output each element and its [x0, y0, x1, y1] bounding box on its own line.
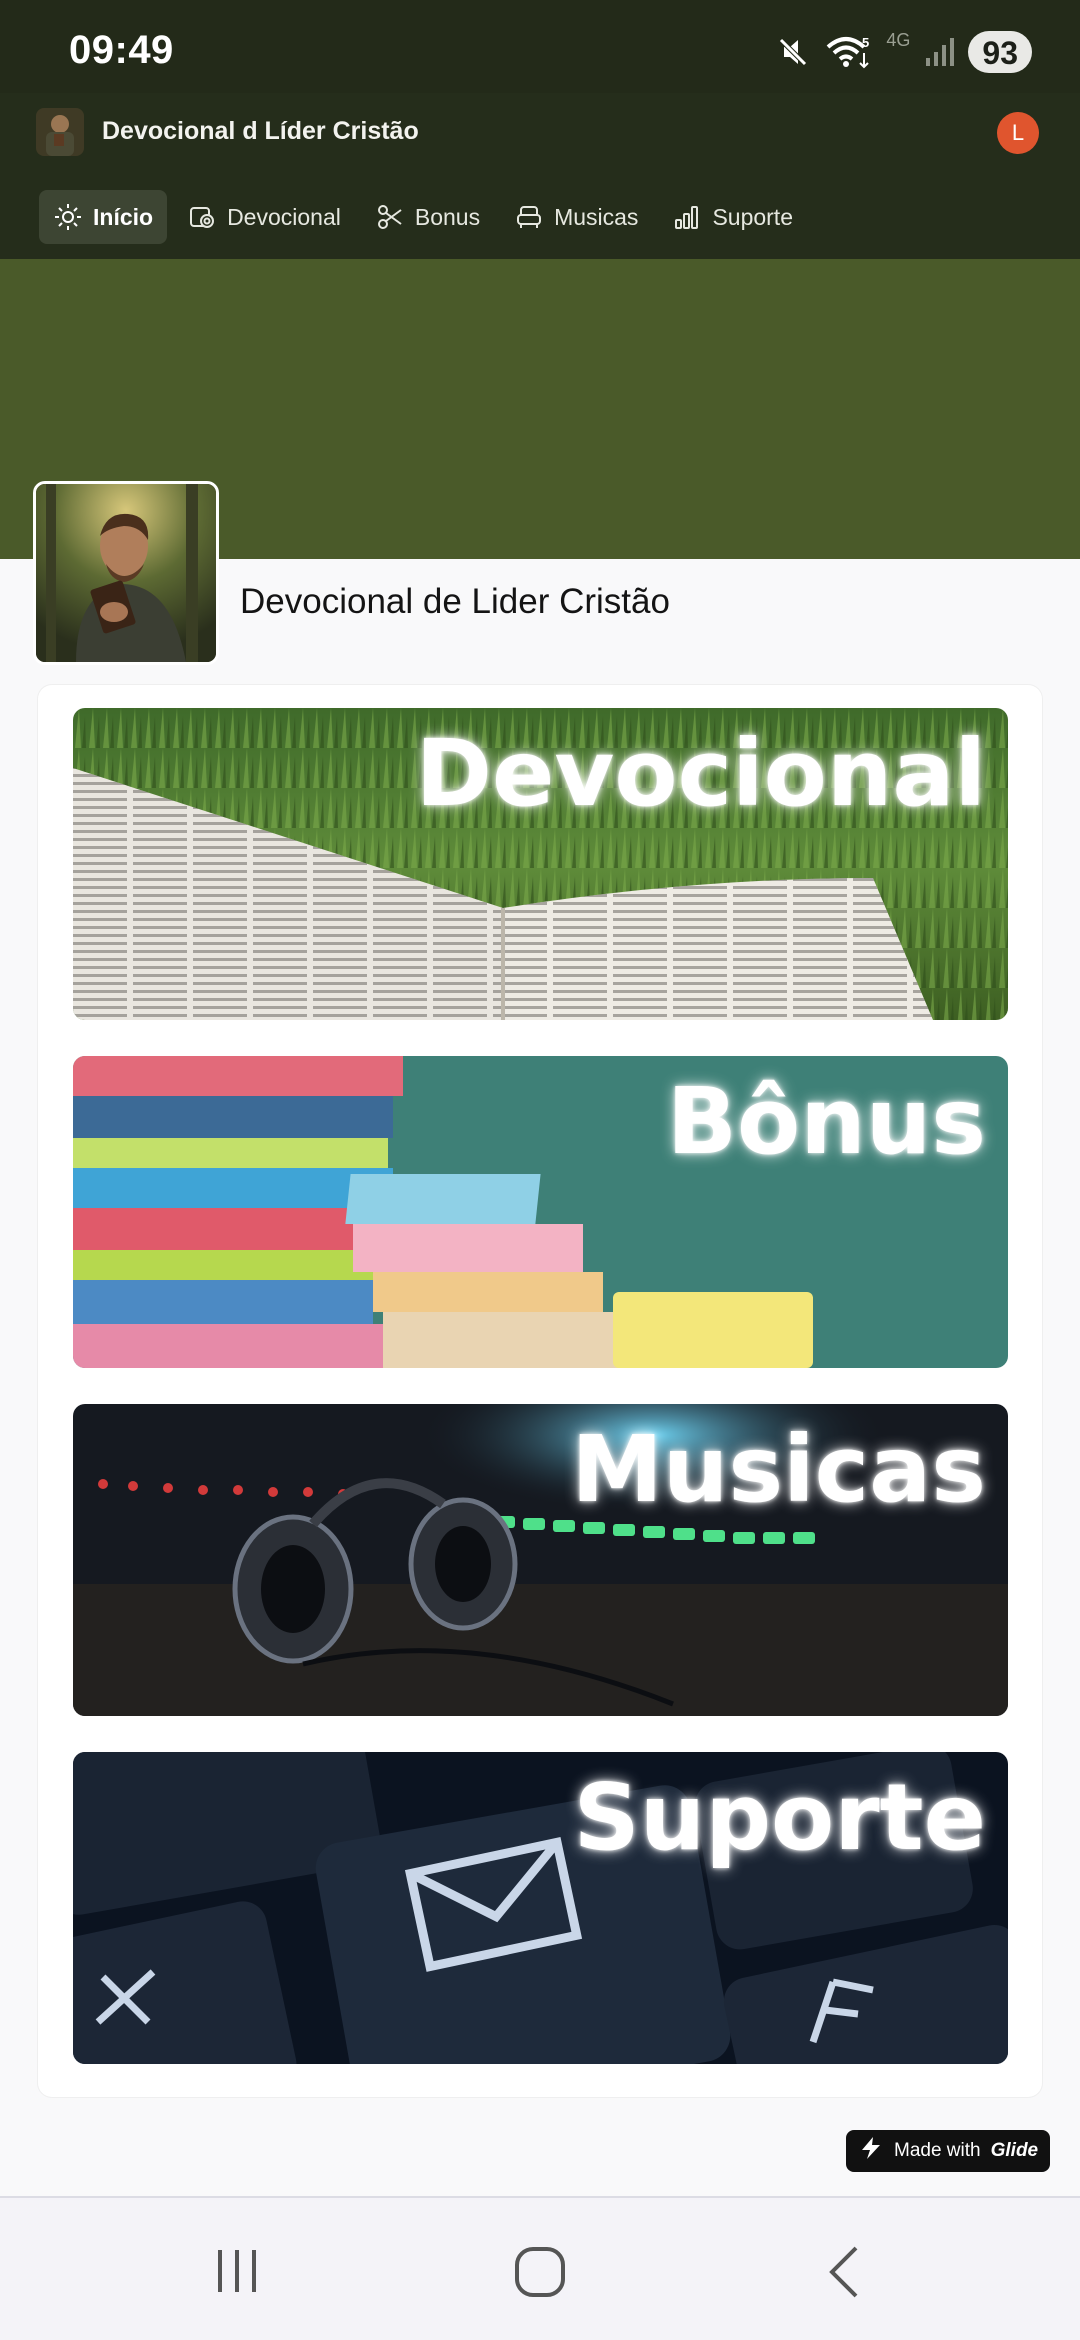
- tab-label: Devocional: [227, 203, 341, 230]
- back-button[interactable]: [824, 2246, 864, 2303]
- content-card: Devocional Bônus Musicas Suporte: [38, 685, 1042, 2097]
- armchair-icon: [514, 202, 544, 232]
- bar-chart-icon: [672, 202, 702, 232]
- tab-inicio[interactable]: Início: [39, 190, 168, 244]
- tile-label: Bônus: [666, 1068, 986, 1175]
- mute-icon: [776, 35, 810, 69]
- user-avatar[interactable]: L: [997, 112, 1039, 154]
- tab-musicas[interactable]: Musicas: [500, 190, 652, 244]
- tab-devocional[interactable]: Devocional: [173, 190, 355, 244]
- scissors-icon: [375, 202, 405, 232]
- tile-bonus[interactable]: Bônus: [73, 1056, 1008, 1368]
- top-nav: Início Devocional Bonus Musicas Suporte: [39, 190, 813, 244]
- glide-brand: Glide: [990, 2140, 1039, 2161]
- app-title: Devocional d Líder Cristão: [102, 117, 419, 145]
- app-header: Devocional d Líder Cristão L Início Devo…: [0, 93, 1080, 259]
- tile-label: Suporte: [573, 1764, 986, 1871]
- status-time: 09:49: [69, 28, 174, 72]
- tile-musicas[interactable]: Musicas: [73, 1404, 1008, 1716]
- profile-title: Devocional de Lider Cristão: [240, 582, 670, 621]
- status-icons: 5 4G 93: [776, 30, 1032, 74]
- profile-image: [33, 481, 219, 665]
- app-logo[interactable]: [36, 108, 84, 156]
- tile-devocional[interactable]: Devocional: [73, 708, 1008, 1020]
- wifi-icon: 5: [824, 33, 872, 71]
- signal-icon: [924, 36, 955, 68]
- recent-apps-button[interactable]: [212, 2246, 262, 2301]
- system-nav-bar: [0, 2196, 1080, 2340]
- tile-label: Devocional: [415, 720, 986, 827]
- svg-text:5: 5: [862, 35, 869, 50]
- network-type: 4G: [886, 29, 911, 50]
- home-button[interactable]: [514, 2246, 566, 2303]
- tab-label: Início: [93, 203, 154, 230]
- made-with-text: Made with: [894, 2140, 981, 2161]
- tab-label: Musicas: [554, 203, 639, 230]
- tile-label: Musicas: [571, 1416, 986, 1523]
- tab-bonus[interactable]: Bonus: [361, 190, 494, 244]
- bolt-icon: [858, 2135, 884, 2167]
- battery-indicator: 93: [968, 31, 1032, 73]
- made-with-glide-badge[interactable]: Made with Glide: [846, 2130, 1050, 2172]
- status-bar: 09:49 5 4G 93: [0, 0, 1080, 93]
- sun-icon: [53, 202, 83, 232]
- tab-label: Bonus: [414, 203, 481, 230]
- devocional-icon: [187, 202, 217, 232]
- tab-label: Suporte: [712, 203, 793, 230]
- tab-suporte[interactable]: Suporte: [658, 190, 807, 244]
- tile-suporte[interactable]: Suporte: [73, 1752, 1008, 2064]
